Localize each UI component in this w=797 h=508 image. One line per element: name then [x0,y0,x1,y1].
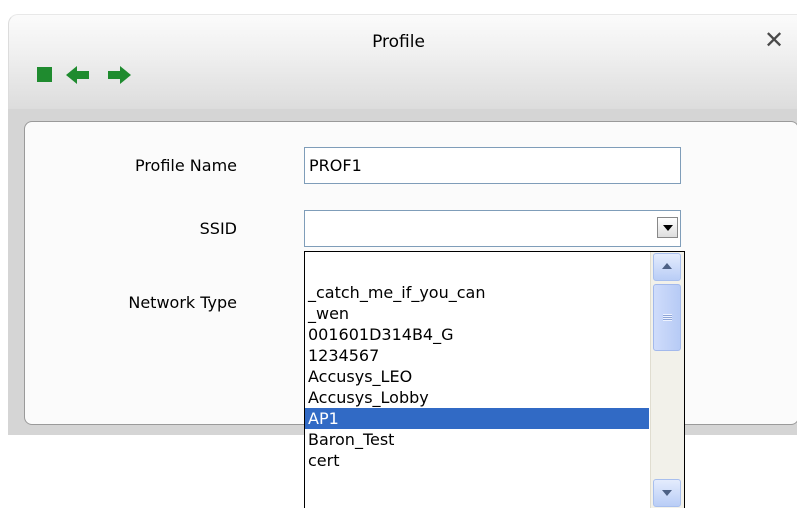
close-button[interactable]: ✕ [760,26,788,54]
dropdown-items: _catch_me_if_you_can _wen 001601D314B4_G… [305,252,649,471]
window-title: Profile [372,32,425,52]
stop-icon[interactable] [37,67,52,82]
list-item[interactable]: 1234567 [305,345,649,366]
profile-window: Profile ✕ Profile Name PROF1 SSID Networ… [0,0,797,508]
scroll-down-icon[interactable] [653,479,681,507]
list-item[interactable]: Accusys_LEO [305,366,649,387]
network-type-label: Network Type [128,293,237,312]
scrollbar-thumb[interactable] [653,284,681,351]
back-arrow-icon[interactable] [66,64,90,86]
ssid-label: SSID [199,219,237,238]
list-item[interactable]: 001601D314B4_G [305,324,649,345]
list-item-selected[interactable]: AP1 [305,408,649,429]
list-item[interactable]: Accusys_Lobby [305,387,649,408]
profile-name-input[interactable]: PROF1 [304,147,681,184]
vertical-scrollbar[interactable] [650,252,684,508]
grip-icon [663,314,672,321]
forward-arrow-icon[interactable] [107,64,131,86]
list-item[interactable]: cert [305,450,649,471]
ssid-dropdown-list[interactable]: _catch_me_if_you_can _wen 001601D314B4_G… [304,251,685,508]
list-item[interactable]: _catch_me_if_you_can [305,282,649,303]
chevron-down-icon[interactable] [657,217,678,238]
list-item[interactable]: _wen [305,303,649,324]
title-bar [8,14,797,110]
list-item[interactable]: Baron_Test [305,429,649,450]
empty-list-item[interactable] [305,252,649,282]
ssid-combobox[interactable] [304,210,681,247]
profile-name-label: Profile Name [134,156,237,175]
scroll-up-icon[interactable] [653,253,681,281]
